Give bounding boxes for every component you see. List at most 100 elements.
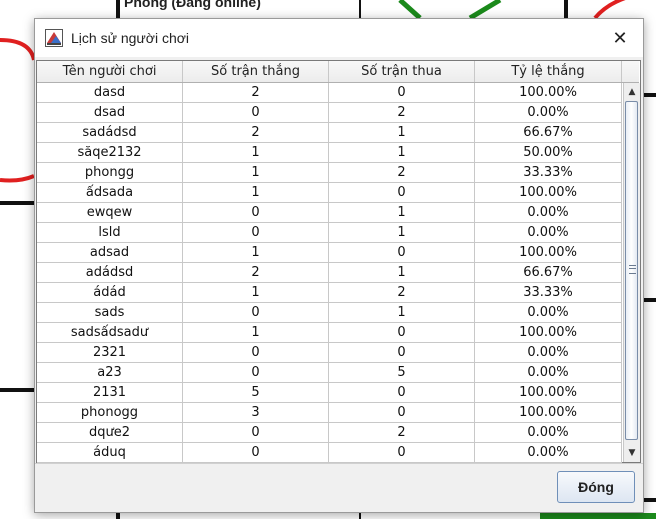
win-rate-cell[interactable]: 66.67% <box>475 263 622 283</box>
table-row[interactable]: a23 0 5 0.00% <box>37 363 622 383</box>
table-row[interactable]: adsad 1 0 100.00% <box>37 243 622 263</box>
table-row[interactable]: sadsấdsadư 1 0 100.00% <box>37 323 622 343</box>
wins-cell[interactable]: 0 <box>183 203 329 223</box>
wins-cell[interactable]: 0 <box>183 223 329 243</box>
player-name-cell[interactable]: dsad <box>37 103 183 123</box>
wins-cell[interactable]: 0 <box>183 343 329 363</box>
wins-cell[interactable]: 2 <box>183 263 329 283</box>
losses-cell[interactable]: 1 <box>329 263 475 283</box>
column-header-losses[interactable]: Số trận thua <box>329 61 475 82</box>
losses-cell[interactable]: 0 <box>329 343 475 363</box>
losses-cell[interactable]: 0 <box>329 403 475 423</box>
losses-cell[interactable]: 5 <box>329 363 475 383</box>
scrollbar-thumb[interactable] <box>625 101 638 440</box>
column-header-player-name[interactable]: Tên người chơi <box>37 61 183 82</box>
table-row[interactable]: áduq 0 0 0.00% <box>37 443 622 463</box>
player-name-cell[interactable]: dqưe2 <box>37 423 183 443</box>
table-row[interactable]: ewqew 0 1 0.00% <box>37 203 622 223</box>
wins-cell[interactable]: 1 <box>183 143 329 163</box>
win-rate-cell[interactable]: 33.33% <box>475 283 622 303</box>
player-name-cell[interactable]: phongg <box>37 163 183 183</box>
losses-cell[interactable]: 0 <box>329 243 475 263</box>
player-name-cell[interactable]: 2131 <box>37 383 183 403</box>
losses-cell[interactable]: 2 <box>329 103 475 123</box>
wins-cell[interactable]: 1 <box>183 163 329 183</box>
losses-cell[interactable]: 2 <box>329 423 475 443</box>
losses-cell[interactable]: 2 <box>329 163 475 183</box>
table-row[interactable]: săqe2132 1 1 50.00% <box>37 143 622 163</box>
win-rate-cell[interactable]: 100.00% <box>475 383 622 403</box>
win-rate-cell[interactable]: 0.00% <box>475 343 622 363</box>
win-rate-cell[interactable]: 0.00% <box>475 363 622 383</box>
win-rate-cell[interactable]: 0.00% <box>475 203 622 223</box>
win-rate-cell[interactable]: 33.33% <box>475 163 622 183</box>
player-name-cell[interactable]: sads <box>37 303 183 323</box>
scroll-down-icon[interactable]: ▼ <box>624 445 640 461</box>
losses-cell[interactable]: 1 <box>329 143 475 163</box>
table-row[interactable]: ấdsada 1 0 100.00% <box>37 183 622 203</box>
wins-cell[interactable]: 0 <box>183 363 329 383</box>
win-rate-cell[interactable]: 100.00% <box>475 243 622 263</box>
table-row[interactable]: dasd 2 0 100.00% <box>37 83 622 103</box>
player-name-cell[interactable]: adsad <box>37 243 183 263</box>
player-name-cell[interactable]: 2321 <box>37 343 183 363</box>
window-close-button[interactable]: ✕ <box>597 19 643 57</box>
losses-cell[interactable]: 1 <box>329 303 475 323</box>
wins-cell[interactable]: 1 <box>183 323 329 343</box>
table-row[interactable]: dqưe2 0 2 0.00% <box>37 423 622 443</box>
player-name-cell[interactable]: phonogg <box>37 403 183 423</box>
win-rate-cell[interactable]: 0.00% <box>475 443 622 463</box>
win-rate-cell[interactable]: 100.00% <box>475 183 622 203</box>
player-name-cell[interactable]: sadsấdsadư <box>37 323 183 343</box>
vertical-scrollbar[interactable]: ▲ ▼ <box>623 83 640 462</box>
player-name-cell[interactable]: sadádsd <box>37 123 183 143</box>
losses-cell[interactable]: 1 <box>329 203 475 223</box>
losses-cell[interactable]: 2 <box>329 283 475 303</box>
wins-cell[interactable]: 0 <box>183 423 329 443</box>
win-rate-cell[interactable]: 66.67% <box>475 123 622 143</box>
wins-cell[interactable]: 0 <box>183 443 329 463</box>
player-name-cell[interactable]: ádád <box>37 283 183 303</box>
table-row[interactable]: phongg 1 2 33.33% <box>37 163 622 183</box>
losses-cell[interactable]: 0 <box>329 83 475 103</box>
player-name-cell[interactable]: lsld <box>37 223 183 243</box>
win-rate-cell[interactable]: 0.00% <box>475 103 622 123</box>
win-rate-cell[interactable]: 50.00% <box>475 143 622 163</box>
table-row[interactable]: phonogg 3 0 100.00% <box>37 403 622 423</box>
table-row[interactable]: adádsd 2 1 66.67% <box>37 263 622 283</box>
losses-cell[interactable]: 1 <box>329 223 475 243</box>
win-rate-cell[interactable]: 100.00% <box>475 323 622 343</box>
win-rate-cell[interactable]: 0.00% <box>475 303 622 323</box>
close-dialog-button[interactable]: Đóng <box>557 471 635 503</box>
wins-cell[interactable]: 1 <box>183 243 329 263</box>
player-name-cell[interactable]: dasd <box>37 83 183 103</box>
player-name-cell[interactable]: săqe2132 <box>37 143 183 163</box>
losses-cell[interactable]: 0 <box>329 383 475 403</box>
wins-cell[interactable]: 2 <box>183 123 329 143</box>
scroll-up-icon[interactable]: ▲ <box>624 84 640 100</box>
player-name-cell[interactable]: áduq <box>37 443 183 463</box>
wins-cell[interactable]: 0 <box>183 103 329 123</box>
table-row[interactable]: sads 0 1 0.00% <box>37 303 622 323</box>
losses-cell[interactable]: 0 <box>329 443 475 463</box>
wins-cell[interactable]: 3 <box>183 403 329 423</box>
table-row[interactable]: dsad 0 2 0.00% <box>37 103 622 123</box>
column-header-win-rate[interactable]: Tỷ lệ thắng <box>475 61 622 82</box>
win-rate-cell[interactable]: 0.00% <box>475 423 622 443</box>
wins-cell[interactable]: 2 <box>183 83 329 103</box>
win-rate-cell[interactable]: 100.00% <box>475 403 622 423</box>
wins-cell[interactable]: 1 <box>183 183 329 203</box>
player-name-cell[interactable]: ewqew <box>37 203 183 223</box>
column-header-wins[interactable]: Số trận thắng <box>183 61 329 82</box>
table-row[interactable]: lsld 0 1 0.00% <box>37 223 622 243</box>
win-rate-cell[interactable]: 0.00% <box>475 223 622 243</box>
losses-cell[interactable]: 0 <box>329 323 475 343</box>
dialog-titlebar[interactable]: Lịch sử người chơi ✕ <box>35 19 643 57</box>
player-name-cell[interactable]: adádsd <box>37 263 183 283</box>
table-row[interactable]: 2131 5 0 100.00% <box>37 383 622 403</box>
table-row[interactable]: sadádsd 2 1 66.67% <box>37 123 622 143</box>
table-row[interactable]: ádád 1 2 33.33% <box>37 283 622 303</box>
wins-cell[interactable]: 1 <box>183 283 329 303</box>
wins-cell[interactable]: 5 <box>183 383 329 403</box>
losses-cell[interactable]: 1 <box>329 123 475 143</box>
